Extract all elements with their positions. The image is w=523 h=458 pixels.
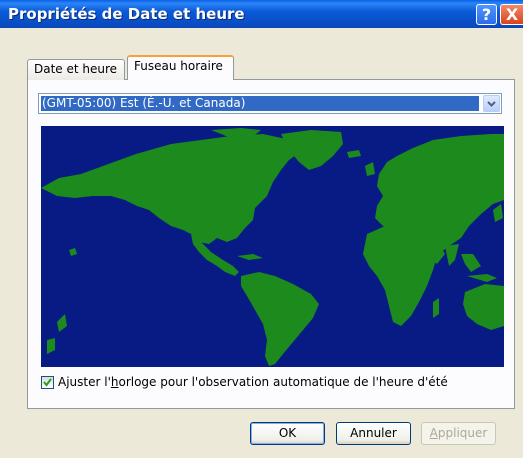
ok-button[interactable]: OK xyxy=(250,422,325,445)
close-button[interactable]: X xyxy=(500,4,523,25)
cancel-button[interactable]: Annuler xyxy=(336,422,411,445)
checkmark-icon xyxy=(43,378,52,387)
title-bar[interactable]: Propriétés de Date et heure ? X xyxy=(0,0,523,28)
close-icon: X xyxy=(505,5,519,24)
date-time-properties-window: Propriétés de Date et heure ? X Date et … xyxy=(0,0,523,458)
dropdown-arrow-button[interactable] xyxy=(483,95,500,112)
tab-date-time[interactable]: Date et heure xyxy=(27,59,125,80)
window-title: Propriétés de Date et heure xyxy=(8,5,245,23)
world-map xyxy=(41,126,504,367)
timezone-dropdown[interactable]: (GMT-05:00) Est (É.-U. et Canada) xyxy=(38,93,502,114)
help-icon: ? xyxy=(481,5,492,24)
dst-checkbox[interactable] xyxy=(41,376,54,389)
dst-label-start: Ajuster l' xyxy=(58,375,111,389)
apply-mnemonic: A xyxy=(429,426,438,440)
dst-checkbox-label[interactable]: Ajuster l'horloge pour l'observation aut… xyxy=(58,375,448,389)
apply-button[interactable]: Appliquer xyxy=(421,422,496,445)
tab-time-zone[interactable]: Fuseau horaire xyxy=(127,55,234,80)
chevron-down-icon xyxy=(487,101,496,107)
world-map-image xyxy=(41,128,504,366)
dst-label-end: orloge pour l'observation automatique de… xyxy=(118,375,448,389)
help-button[interactable]: ? xyxy=(476,4,497,25)
timezone-selected-value: (GMT-05:00) Est (É.-U. et Canada) xyxy=(41,96,479,111)
apply-label: ppliquer xyxy=(437,426,488,440)
